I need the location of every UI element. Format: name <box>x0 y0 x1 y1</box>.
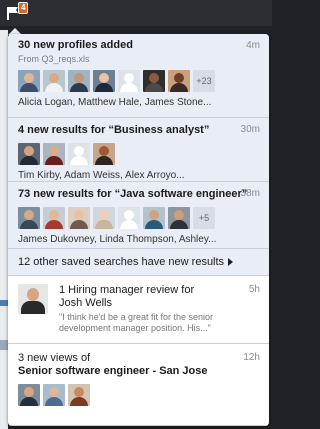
notification-job-views[interactable]: 3 new views of Senior software engineer … <box>8 344 269 426</box>
notification-title: 12 other saved searches have new results <box>18 255 225 268</box>
more-count[interactable]: +5 <box>193 207 215 229</box>
notification-names: James Dukovney, Linda Thompson, Ashley..… <box>18 234 217 245</box>
notification-hiring-review[interactable]: 1 Hiring manager review for Josh Wells "… <box>8 276 269 344</box>
avatar[interactable] <box>43 207 65 229</box>
notification-time: 38m <box>240 188 260 199</box>
notification-time: 5h <box>248 284 260 295</box>
notification-count-badge: 4 <box>18 2 29 14</box>
review-quote: "I think he'd be a great fit for the sen… <box>59 312 214 333</box>
avatar-row: +5 <box>18 207 269 229</box>
saved-searches-summary[interactable]: 12 other saved searches have new results <box>8 249 269 276</box>
avatar[interactable] <box>93 207 115 229</box>
chevron-right-icon <box>228 258 234 266</box>
notification-title: 30 new profiles added <box>18 39 133 51</box>
notification-title: 3 new views of <box>18 352 91 364</box>
avatar[interactable] <box>18 207 40 229</box>
avatar[interactable] <box>18 284 48 314</box>
avatar-placeholder[interactable] <box>118 70 140 92</box>
avatar[interactable] <box>68 384 90 406</box>
avatar[interactable] <box>18 143 40 165</box>
job-title-link[interactable]: Senior software engineer - San Jose <box>18 365 269 378</box>
avatar[interactable] <box>143 207 165 229</box>
notifications-dropdown: 30 new profiles added 4m From Q3_reqs.xl… <box>8 34 269 426</box>
avatar[interactable] <box>18 384 40 406</box>
avatar[interactable] <box>43 143 65 165</box>
avatar-row <box>18 384 269 406</box>
background-page-edge <box>0 30 8 429</box>
avatar[interactable] <box>68 70 90 92</box>
notification-profiles-added[interactable]: 30 new profiles added 4m From Q3_reqs.xl… <box>8 34 269 118</box>
notification-title: 73 new results for “Java software engine… <box>18 188 248 200</box>
notification-title: 4 new results for “Business analyst” <box>18 124 210 136</box>
notification-source: From Q3_reqs.xls <box>18 54 90 64</box>
avatar[interactable] <box>143 70 165 92</box>
notification-time: 12h <box>243 352 260 363</box>
more-count[interactable]: +23 <box>193 70 215 92</box>
notification-java-engineer[interactable]: 73 new results for “Java software engine… <box>8 182 269 249</box>
notification-business-analyst[interactable]: 4 new results for “Business analyst” 30m… <box>8 118 269 182</box>
avatar-placeholder[interactable] <box>68 143 90 165</box>
avatar[interactable] <box>93 143 115 165</box>
avatar[interactable] <box>93 70 115 92</box>
avatar[interactable] <box>68 207 90 229</box>
avatar[interactable] <box>18 70 40 92</box>
avatar-placeholder[interactable] <box>118 207 140 229</box>
notification-names: Alicia Logan, Matthew Hale, James Stone.… <box>18 97 212 108</box>
notification-time: 30m <box>240 124 260 135</box>
avatar[interactable] <box>168 207 190 229</box>
notifications-button[interactable]: 4 <box>6 2 29 24</box>
notification-names: Tim Kirby, Adam Weiss, Alex Arroyo... <box>18 170 185 181</box>
avatar-row: +23 <box>18 70 269 92</box>
avatar-row <box>18 143 269 165</box>
avatar[interactable] <box>43 384 65 406</box>
notification-title: 1 Hiring manager review for <box>59 284 195 296</box>
avatar[interactable] <box>168 70 190 92</box>
top-navigation-bar: 4 <box>0 0 272 26</box>
notification-time: 4m <box>246 40 260 51</box>
candidate-name[interactable]: Josh Wells <box>59 297 235 310</box>
avatar[interactable] <box>43 70 65 92</box>
